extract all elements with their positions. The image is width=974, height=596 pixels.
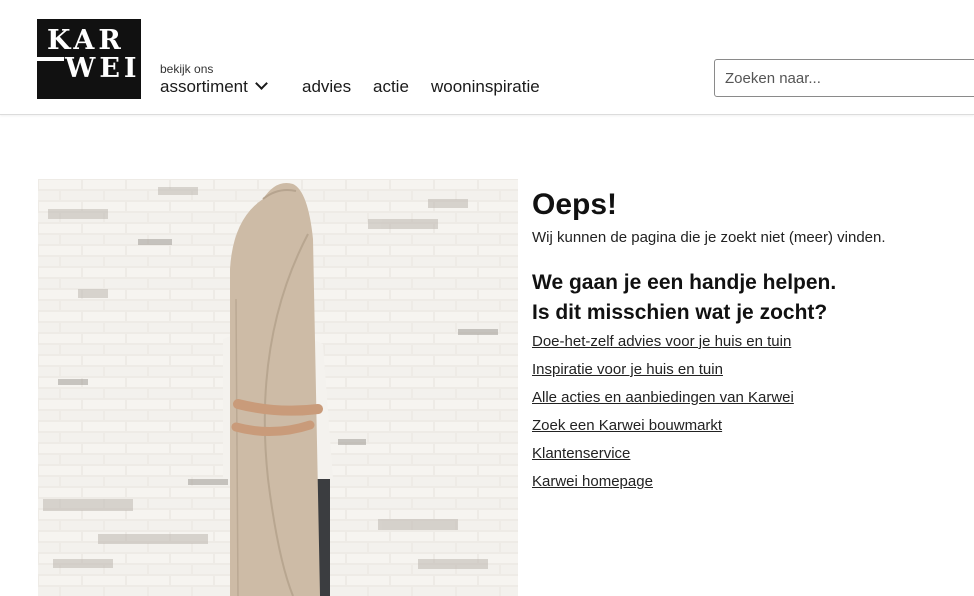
chevron-down-icon (255, 77, 268, 90)
link-homepage[interactable]: Karwei homepage (532, 473, 653, 490)
nav-actie[interactable]: actie (373, 77, 409, 97)
link-diy-advice[interactable]: Doe-het-zelf advies voor je huis en tuin (532, 333, 791, 350)
logo-text-line1: KAR (47, 25, 125, 56)
list-item: Doe-het-zelf advies voor je huis en tuin (532, 332, 962, 360)
error-message: Wij kunnen de pagina die je zoekt niet (… (532, 229, 886, 246)
search-input[interactable] (714, 59, 974, 97)
list-item: Karwei homepage (532, 472, 962, 500)
nav-wooninspiratie[interactable]: wooninspiratie (431, 77, 540, 97)
list-item: Alle acties en aanbiedingen van Karwei (532, 388, 962, 416)
help-heading: We gaan je een handje helpen. Is dit mis… (532, 268, 962, 328)
help-heading-line1: We gaan je een handje helpen. (532, 271, 837, 294)
list-item: Zoek een Karwei bouwmarkt (532, 416, 962, 444)
nav-assortiment-caption: bekijk ons (160, 62, 214, 76)
person-holding-rolled-rug-image (38, 179, 518, 596)
link-find-store[interactable]: Zoek een Karwei bouwmarkt (532, 417, 722, 434)
nav-advies[interactable]: advies (302, 77, 351, 97)
link-inspiration[interactable]: Inspiratie voor je huis en tuin (532, 361, 723, 378)
list-item: Inspiratie voor je huis en tuin (532, 360, 962, 388)
link-actions-offers[interactable]: Alle acties en aanbiedingen van Karwei (532, 389, 794, 406)
error-content: Oeps! Wij kunnen de pagina die je zoekt … (532, 186, 962, 500)
nav-assortiment-label: assortiment (160, 77, 248, 96)
help-heading-line2: Is dit misschien wat je zocht? (532, 301, 828, 324)
karwei-logo[interactable]: KAR WEI (37, 19, 141, 99)
logo-text-line2: WEI (65, 53, 141, 84)
list-item: Klantenservice (532, 444, 962, 472)
nav-assortiment[interactable]: assortiment (160, 77, 268, 97)
hero-image (38, 179, 518, 596)
logo-cutout (37, 57, 64, 61)
help-link-list: Doe-het-zelf advies voor je huis en tuin… (532, 332, 962, 500)
site-header: KAR WEI bekijk ons assortiment advies ac… (0, 0, 974, 115)
error-title: Oeps! (532, 188, 618, 221)
link-customer-service[interactable]: Klantenservice (532, 445, 630, 462)
